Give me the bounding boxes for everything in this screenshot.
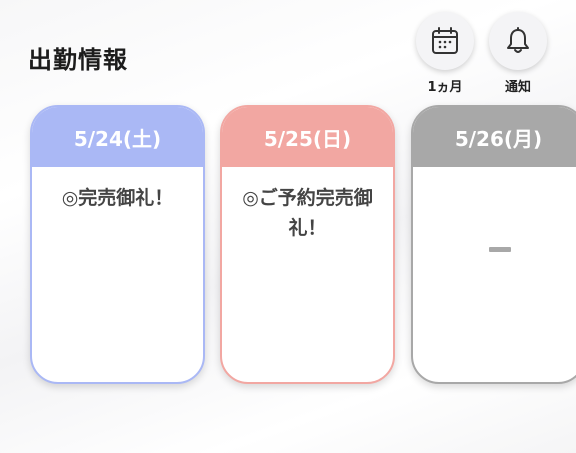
schedule-card-date: 5/24(土) [32, 107, 203, 167]
schedule-card-saturday[interactable]: 5/24(土) ◎完売御礼！ [30, 105, 205, 384]
schedule-card-sunday[interactable]: 5/25(日) ◎ご予約完売御礼！ [220, 105, 395, 384]
notification-button[interactable] [489, 12, 547, 70]
bell-icon [507, 27, 529, 53]
schedule-card-status: ー [413, 167, 576, 252]
calendar-button-label[interactable]: 1ヵ月 [410, 76, 480, 95]
calendar-icon [432, 27, 458, 54]
schedule-card-date: 5/25(日) [222, 107, 393, 167]
page-title: 出勤情報 [28, 46, 128, 74]
schedule-card-status: ◎完売御礼！ [61, 187, 174, 209]
schedule-card-status: ◎ご予約完売御礼！ [242, 187, 373, 239]
schedule-card-monday[interactable]: 5/26(月) ー [411, 105, 576, 384]
schedule-card-date: 5/26(月) [413, 107, 576, 167]
calendar-button[interactable] [416, 12, 474, 70]
no-schedule-dash [489, 247, 511, 252]
notification-button-label[interactable]: 通知 [483, 76, 553, 95]
